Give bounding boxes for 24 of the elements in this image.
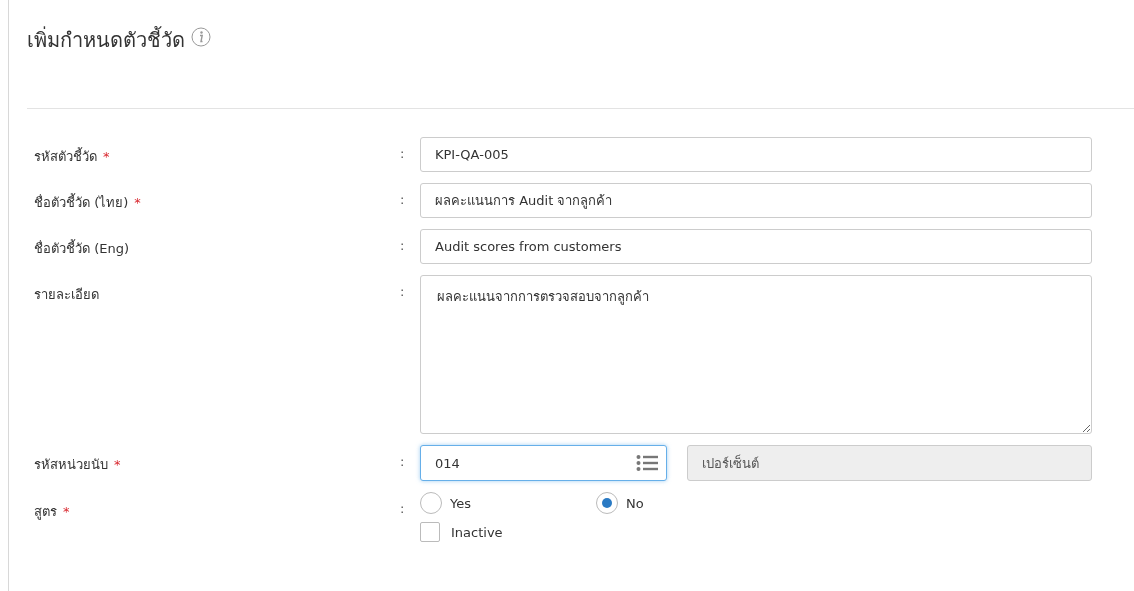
lookup-field[interactable]: 014: [420, 445, 667, 481]
field-label: ชื่อตัวชี้วัด (ไทย) *: [34, 192, 142, 212]
radio-option[interactable]: Yes: [420, 492, 596, 514]
colon-separator: :: [400, 453, 406, 469]
display-field[interactable]: เปอร์เซ็นต์: [687, 445, 1092, 481]
field-label: รหัสตัวชี้วัด *: [34, 146, 111, 166]
radio-option[interactable]: No: [596, 492, 772, 514]
field-label: ชื่อตัวชี้วัด (Eng): [34, 238, 130, 258]
page-title: เพิ่มกำหนดตัวชี้วัด: [27, 25, 185, 54]
list-icon[interactable]: [636, 454, 658, 472]
field-label: รายละเอียด: [34, 286, 100, 304]
colon-separator: :: [400, 500, 406, 516]
colon-separator: :: [400, 145, 406, 161]
text-field[interactable]: ผลคะแนนการ Audit จากลูกค้า: [420, 183, 1092, 218]
field-label: สูตร *: [34, 503, 71, 522]
colon-separator: :: [400, 237, 406, 253]
checkbox-option[interactable]: Inactive: [420, 522, 1092, 542]
text-field[interactable]: Audit scores from customers: [420, 229, 1092, 264]
field-label: รหัสหน่วยนับ *: [34, 456, 122, 474]
text-area[interactable]: ผลคะแนนจากการตรวจสอบจากลูกค้า: [420, 275, 1092, 434]
colon-separator: :: [400, 283, 406, 299]
info-icon: [191, 27, 211, 47]
text-field[interactable]: KPI-QA-005: [420, 137, 1092, 172]
colon-separator: :: [400, 191, 406, 207]
